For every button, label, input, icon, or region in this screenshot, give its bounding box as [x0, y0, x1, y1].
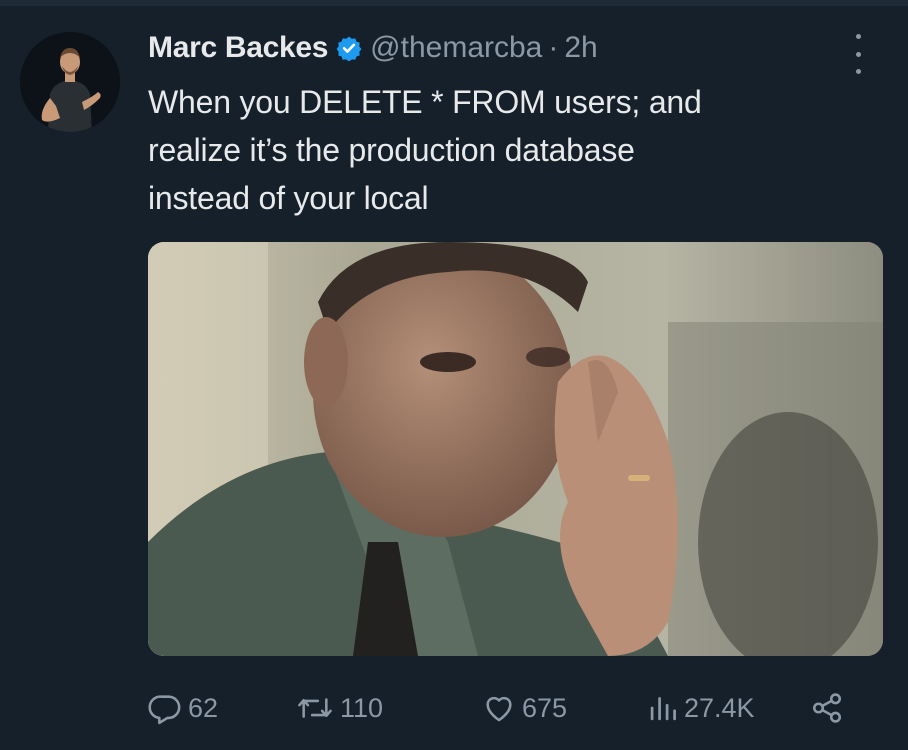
- heart-icon: [486, 696, 512, 722]
- avatar-image: [20, 32, 120, 132]
- tweet-text-line: When you DELETE * FROM users; and: [148, 84, 702, 120]
- tweet-header: Marc Backes @themarcba · 2h: [148, 28, 598, 68]
- tweet-text-line: realize it’s the production database: [148, 132, 635, 168]
- like-count: 675: [522, 692, 568, 723]
- top-divider: [0, 0, 908, 6]
- reply-bubble-icon: [148, 695, 181, 725]
- tweet-actions: 62 110 675 27.4K: [148, 688, 868, 728]
- retweet-count: 110: [340, 692, 384, 723]
- reply-count: 62: [188, 692, 219, 723]
- tweet-text-line: instead of your local: [148, 180, 429, 216]
- author-name[interactable]: Marc Backes: [148, 31, 328, 65]
- reply-button[interactable]: 62: [148, 688, 218, 728]
- views-button[interactable]: 27.4K: [648, 688, 755, 728]
- retweet-icon: [298, 698, 332, 718]
- more-vertical-icon[interactable]: [846, 34, 870, 74]
- retweet-button[interactable]: 110: [296, 688, 383, 728]
- tweet-media-image[interactable]: [148, 242, 883, 656]
- media-photo: [148, 242, 883, 656]
- views-count: 27.4K: [684, 692, 755, 723]
- avatar[interactable]: [20, 32, 120, 132]
- share-button[interactable]: [810, 688, 844, 728]
- separator-dot: ·: [548, 31, 559, 64]
- timestamp[interactable]: 2h: [564, 31, 597, 65]
- share-icon: [812, 693, 842, 723]
- like-button[interactable]: 675: [482, 688, 567, 728]
- verified-badge-icon: [336, 36, 362, 61]
- bar-chart-icon: [650, 697, 676, 721]
- author-handle[interactable]: @themarcba: [370, 31, 542, 65]
- tweet-text: When you DELETE * FROM users; and realiz…: [148, 78, 868, 222]
